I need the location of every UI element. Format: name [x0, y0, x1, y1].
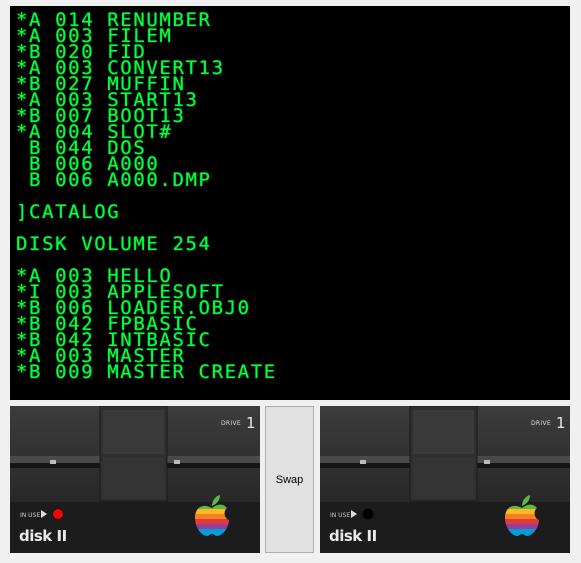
drive-label: DRIVE — [221, 420, 241, 427]
disk-drive-1[interactable]: DRIVE 1 IN USE disk II — [10, 406, 260, 553]
play-icon — [41, 510, 47, 518]
drive-number: 1 — [246, 414, 256, 432]
in-use-label: IN USE — [330, 512, 351, 519]
play-icon — [351, 510, 357, 518]
apple-logo-icon — [505, 495, 539, 536]
screen-line: *B 009 MASTER CREATE — [16, 361, 277, 383]
disk-drive-2[interactable]: DRIVE 1 IN USE disk II — [320, 406, 570, 553]
brand-logo: disk II — [19, 527, 67, 545]
screen-line: ]CATALOG — [16, 201, 121, 223]
in-use-led-icon — [52, 508, 64, 520]
drive-number: 1 — [556, 414, 566, 432]
screen-line: DISK VOLUME 254 — [16, 233, 212, 255]
apple-logo-icon — [195, 495, 229, 536]
in-use-label: IN USE — [20, 512, 41, 519]
apple-ii-screen[interactable]: *A 014 RENUMBER *A 003 FILEM *B 020 FID … — [10, 6, 570, 400]
drive-label: DRIVE — [531, 420, 551, 427]
swap-button[interactable]: Swap — [265, 406, 314, 553]
brand-logo: disk II — [329, 527, 377, 545]
in-use-led-icon — [362, 508, 374, 520]
screen-line: B 006 A000.DMP — [16, 169, 212, 191]
